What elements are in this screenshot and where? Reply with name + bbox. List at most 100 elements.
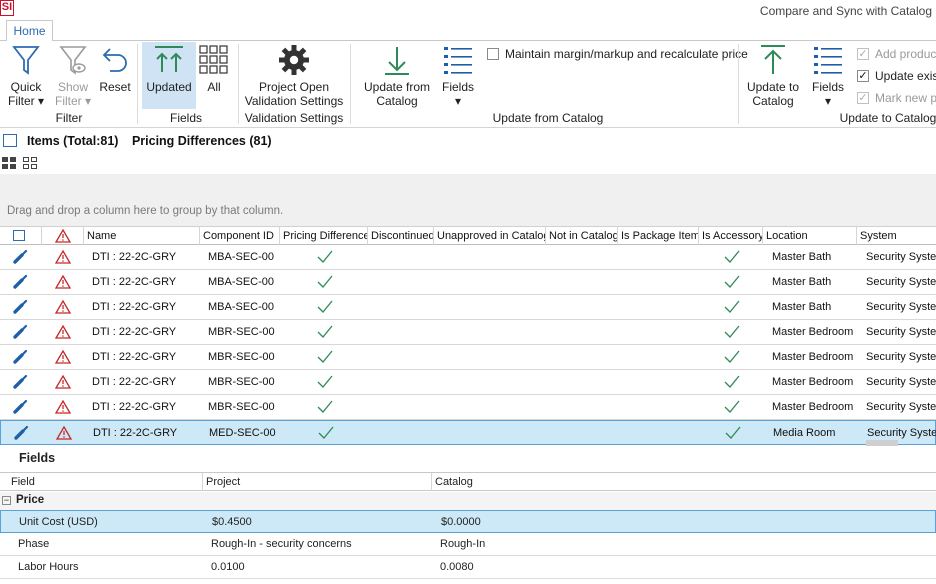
row-location: Master Bedroom [772, 401, 854, 413]
header-catalog[interactable]: Catalog [432, 473, 936, 491]
warning-icon [55, 275, 71, 289]
header-unapproved[interactable]: Unapproved in Catalog [434, 227, 546, 245]
header-system[interactable]: System [857, 227, 936, 245]
header-location[interactable]: Location [763, 227, 857, 245]
field-project-value: $0.4500 [212, 516, 252, 528]
row-location: Master Bedroom [772, 326, 854, 338]
field-project-value: 0.0100 [211, 561, 245, 573]
group-by-panel[interactable] [0, 174, 936, 226]
table-row[interactable]: DTI : 22-2C-GRY MBR-SEC-00 Master Bedroom S… [0, 320, 936, 345]
checkbox-box[interactable]: ✓ [857, 70, 869, 82]
check-icon [724, 350, 740, 363]
project-open-validation-button[interactable]: Project Open Validation Settings [244, 44, 344, 108]
row-tool-cell[interactable] [12, 399, 28, 415]
row-component-id: MBA-SEC-00 [208, 301, 275, 313]
header-field[interactable]: Field [8, 473, 203, 491]
group-label-fields: Fields [169, 111, 202, 125]
reset-button[interactable]: Reset [98, 44, 132, 94]
row-is-accessory [723, 249, 741, 268]
row-tool-cell[interactable] [12, 299, 28, 315]
check-icon [725, 426, 741, 439]
row-tool-cell[interactable] [12, 349, 28, 365]
project-open-validation-label: Project Open Validation Settings [244, 80, 344, 108]
field-catalog-value: 0.0080 [440, 561, 474, 573]
row-warning-cell [55, 375, 71, 389]
horizontal-scrollbar[interactable] [866, 440, 898, 446]
quick-filter-button[interactable]: Quick Filter ▾ [5, 44, 47, 108]
row-tool-cell[interactable] [12, 249, 28, 265]
collapse-icon[interactable]: − [2, 496, 11, 505]
row-tool-cell[interactable] [12, 324, 28, 340]
row-tool-cell[interactable] [12, 274, 28, 290]
fields-dropdown-button-2[interactable]: Fields ▾ [808, 44, 848, 108]
show-filter-button[interactable]: Show Filter ▾ [52, 44, 94, 108]
checkbox-box[interactable]: ✓ [857, 48, 869, 60]
price-group-row[interactable]: − Price [0, 492, 936, 510]
table-row[interactable]: DTI : 22-2C-GRY MBA-SEC-00 Master Bath Secu… [0, 270, 936, 295]
check-icon [317, 250, 333, 263]
pricing-differences: Pricing Differences (81) [131, 134, 272, 148]
tab-home[interactable]: Home [6, 20, 53, 41]
undo-arrow-icon [102, 48, 127, 72]
filter-eye-icon [59, 46, 87, 75]
updated-button[interactable]: Updated [142, 42, 196, 109]
table-row[interactable]: DTI : 22-2C-GRY MBR-SEC-00 Master Bedroom S… [0, 345, 936, 370]
field-row[interactable]: Phase Rough-In - security concerns Rough-I… [0, 533, 936, 556]
screwdriver-icon [13, 249, 28, 264]
show-filter-label: Show Filter ▾ [54, 80, 92, 108]
updated-label: Updated [146, 80, 192, 94]
mark-new-checkbox[interactable]: ✓ Mark new pr [857, 91, 936, 105]
row-warning-cell [55, 300, 71, 314]
header-discontinued[interactable]: Discontinued [368, 227, 434, 245]
warning-icon [55, 375, 71, 389]
header-is-package-item[interactable]: Is Package Item [618, 227, 699, 245]
screwdriver-icon [13, 399, 28, 414]
checkbox-box[interactable]: ✓ [857, 92, 869, 104]
items-total: Items (Total:81) [27, 134, 119, 148]
add-products-checkbox[interactable]: ✓ Add product [857, 47, 936, 61]
row-warning-cell [55, 350, 71, 364]
row-pricing-difference [316, 349, 334, 368]
header-select-column[interactable] [0, 227, 42, 245]
row-name: DTI : 22-2C-GRY [92, 251, 177, 263]
fields-dropdown-button[interactable]: Fields ▾ [438, 44, 478, 108]
update-from-catalog-button[interactable]: Update from Catalog [362, 44, 432, 108]
row-tool-cell[interactable] [13, 425, 29, 441]
update-to-catalog-button[interactable]: Update to Catalog [742, 44, 804, 108]
warning-icon [55, 400, 71, 414]
table-row[interactable]: DTI : 22-2C-GRY MBA-SEC-00 Master Bath Secu… [0, 245, 936, 270]
table-row[interactable]: DTI : 22-2C-GRY MBA-SEC-00 Master Bath Secu… [0, 295, 936, 320]
row-component-id: MBA-SEC-00 [208, 276, 275, 288]
group-label-filter: Filter [55, 111, 83, 125]
collapse-all-icon[interactable] [22, 156, 38, 170]
checkbox-box[interactable] [487, 48, 499, 60]
warning-icon [55, 250, 71, 264]
row-location: Media Room [773, 427, 836, 439]
field-row[interactable]: Labor Hours 0.0100 0.0080 [0, 556, 936, 579]
row-component-id: MBA-SEC-00 [208, 251, 275, 263]
table-row[interactable]: DTI : 22-2C-GRY MBR-SEC-00 Master Bedroom S… [0, 395, 936, 420]
row-warning-cell [56, 426, 72, 440]
header-name[interactable]: Name [84, 227, 200, 245]
table-row[interactable]: DTI : 22-2C-GRY MED-SEC-00 Media Room Secur… [0, 420, 936, 445]
add-products-label: Add product [875, 47, 936, 61]
field-row[interactable]: Unit Cost (USD) $0.4500 $0.0000 [0, 510, 936, 533]
row-tool-cell[interactable] [12, 374, 28, 390]
fields-panel-title: Fields [19, 451, 56, 465]
header-warning-column[interactable] [42, 227, 84, 245]
all-button[interactable]: All [196, 44, 232, 94]
view-toggle [1, 156, 40, 173]
update-existing-checkbox[interactable]: ✓ Update exist [857, 69, 936, 83]
maintain-margin-checkbox[interactable]: Maintain margin/markup and recalculate p… [487, 47, 748, 61]
update-from-catalog-label: Update from Catalog [363, 80, 431, 108]
expand-all-icon[interactable] [1, 156, 17, 170]
header-pricing-difference[interactable]: Pricing Difference [280, 227, 368, 245]
ribbon-separator [238, 44, 239, 124]
check-icon [318, 426, 334, 439]
header-is-accessory[interactable]: Is Accessory [699, 227, 763, 245]
table-row[interactable]: DTI : 22-2C-GRY MBR-SEC-00 Master Bedroom S… [0, 370, 936, 395]
header-component-id[interactable]: Component ID [200, 227, 280, 245]
fields-dropdown-label: Fields ▾ [441, 80, 474, 108]
header-project[interactable]: Project [203, 473, 432, 491]
header-not-in-catalog[interactable]: Not in Catalog [546, 227, 618, 245]
